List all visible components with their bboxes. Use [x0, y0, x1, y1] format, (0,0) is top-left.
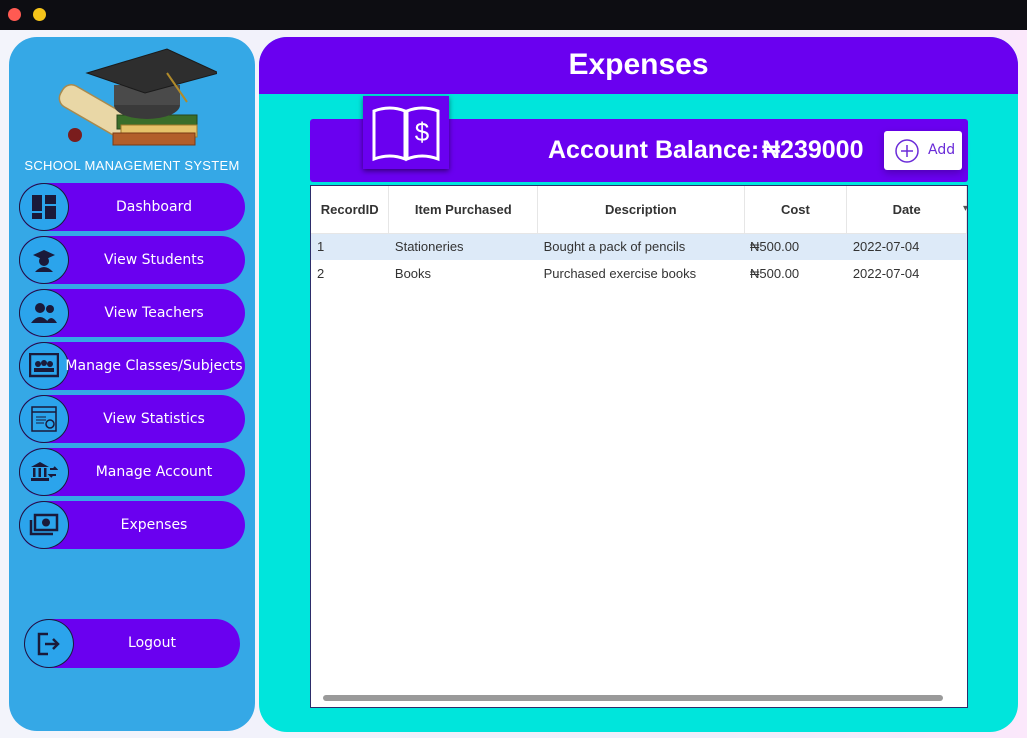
- cell-cost: ₦500.00: [744, 233, 847, 260]
- nav-view-teachers[interactable]: View Teachers: [19, 289, 245, 337]
- nav-expenses[interactable]: Expenses: [19, 501, 245, 549]
- expense-book-icon: $: [363, 96, 449, 169]
- cell-description: Bought a pack of pencils: [537, 233, 745, 260]
- users-icon: [19, 289, 69, 337]
- column-header-item-purchased[interactable]: Item Purchased: [388, 186, 539, 234]
- dashboard-icon: [19, 183, 69, 231]
- nav-view-teachers-label: View Teachers: [104, 305, 204, 321]
- window-titlebar: [0, 0, 1027, 30]
- logout-button[interactable]: Logout: [24, 619, 240, 668]
- nav-manage-classes-label: Manage Classes/Subjects: [65, 358, 243, 374]
- money-icon: [19, 501, 69, 549]
- column-header-recordid[interactable]: RecordID: [311, 186, 390, 234]
- plus-circle-icon: [895, 139, 919, 163]
- nav-expenses-label: Expenses: [120, 517, 188, 533]
- sidebar: SCHOOL MANAGEMENT SYSTEM Dashboard View …: [9, 37, 255, 731]
- horizontal-scrollbar[interactable]: [323, 695, 943, 701]
- cell-item-purchased: Stationeries: [388, 233, 538, 260]
- horizontal-scrollbar-thumb[interactable]: [323, 695, 943, 701]
- main-panel: Expenses $ Account Balance: ₦239000 Add …: [259, 37, 1018, 732]
- svg-text:$: $: [415, 117, 430, 147]
- cell-date: 2022-07-04: [846, 233, 967, 260]
- nav-dashboard[interactable]: Dashboard: [19, 183, 245, 231]
- table-row[interactable]: 1 Stationeries Bought a pack of pencils …: [311, 233, 967, 260]
- nav-view-students[interactable]: View Students: [19, 236, 245, 284]
- cell-date: 2022-07-04: [852, 266, 920, 281]
- cell-cost: ₦500.00: [750, 266, 800, 281]
- cell-item-purchased: Books: [394, 266, 432, 281]
- nav-view-statistics-label: View Statistics: [103, 411, 205, 427]
- nav-manage-classes[interactable]: Manage Classes/Subjects: [19, 342, 245, 390]
- nav-manage-account-label: Manage Account: [95, 464, 213, 480]
- graduate-icon: [19, 236, 69, 284]
- add-expense-button[interactable]: Add: [884, 131, 962, 170]
- minimize-window-button[interactable]: [33, 8, 46, 21]
- cell-description: Purchased exercise books: [543, 266, 697, 281]
- cell-recordid: 2: [317, 266, 325, 281]
- column-overflow-indicator-icon: ▾: [963, 203, 968, 214]
- table-row[interactable]: 2 Books Purchased exercise books ₦500.00…: [311, 260, 967, 287]
- app-brand: SCHOOL MANAGEMENT SYSTEM: [24, 158, 240, 173]
- balance-value: ₦239000: [762, 136, 864, 164]
- close-window-button[interactable]: [8, 8, 21, 21]
- add-button-label: Add: [928, 142, 956, 158]
- column-header-date[interactable]: Date: [846, 186, 967, 234]
- classroom-icon: [19, 342, 69, 390]
- logout-label: Logout: [128, 635, 176, 651]
- nav-view-students-label: View Students: [103, 252, 205, 268]
- column-header-description[interactable]: Description: [537, 186, 745, 234]
- nav-manage-account[interactable]: Manage Account: [19, 448, 245, 496]
- table-header-row: RecordID Item Purchased Description Cost…: [311, 186, 967, 234]
- expenses-table[interactable]: RecordID Item Purchased Description Cost…: [310, 185, 968, 708]
- cell-recordid: 1: [311, 233, 389, 260]
- column-header-cost[interactable]: Cost: [744, 186, 848, 234]
- balance-label: Account Balance:: [548, 136, 760, 164]
- nav-view-statistics[interactable]: View Statistics: [19, 395, 245, 443]
- nav-dashboard-label: Dashboard: [116, 199, 192, 215]
- statistics-icon: [19, 395, 69, 443]
- page-title: Expenses: [568, 48, 709, 81]
- bank-transfer-icon: [19, 448, 69, 496]
- graduation-cap-logo: [58, 48, 217, 146]
